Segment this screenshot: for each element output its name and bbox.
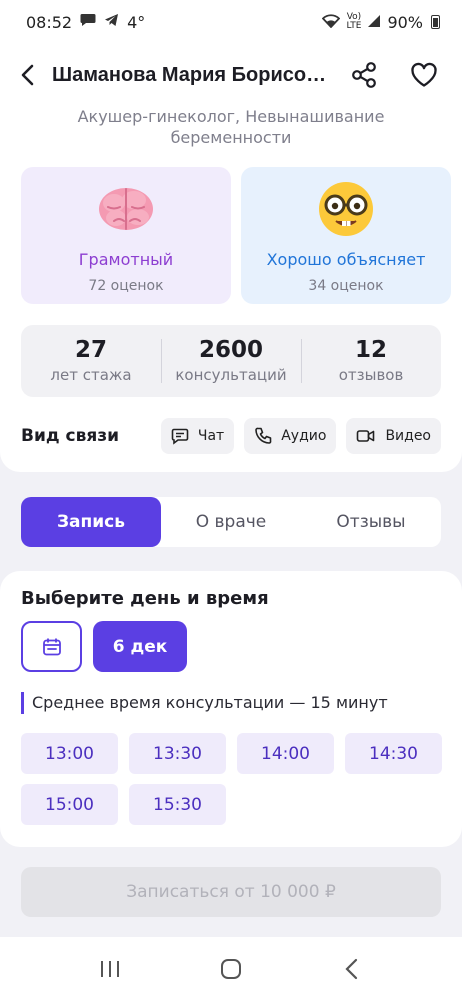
rating-card-explains-well: Хорошо объясняет 34 оценок (241, 167, 451, 304)
booking-title: Выберите день и время (21, 588, 269, 609)
status-time: 08:52 (26, 12, 73, 32)
stat-label: консультаций (175, 366, 287, 384)
time-slot[interactable]: 13:30 (129, 733, 226, 774)
stat-value: 12 (354, 337, 387, 363)
recent-apps-icon (101, 960, 120, 977)
status-bar: 08:52 4° Vo) LTE 90% (0, 0, 462, 44)
stat-experience: 27 лет стажа (21, 325, 161, 397)
time-slot[interactable]: 13:00 (21, 733, 118, 774)
stat-reviews: 12 отзывов (301, 325, 441, 397)
doctor-stats: 27 лет стажа 2600 консультаций 12 отзыво… (21, 325, 441, 397)
system-back-button[interactable] (330, 947, 374, 991)
lte-indicator: Vo) LTE (346, 12, 362, 31)
rating-count: 72 оценок (88, 278, 164, 294)
nerd-face-icon (319, 182, 373, 236)
tab-about-doctor[interactable]: О враче (161, 497, 301, 547)
doctor-summary-card: Акушер-гинеколог, Невынашивание беременн… (0, 106, 462, 472)
signal-icon (367, 13, 381, 32)
home-button[interactable] (209, 947, 253, 991)
rating-count: 34 оценок (308, 278, 384, 294)
share-button[interactable] (344, 55, 384, 95)
tab-reviews[interactable]: Отзывы (301, 497, 441, 547)
status-temperature: 4° (127, 12, 146, 32)
tab-booking[interactable]: Запись (21, 497, 161, 547)
share-icon (352, 62, 376, 88)
back-button[interactable] (14, 55, 42, 95)
time-slots: 13:00 13:30 14:00 14:30 15:00 15:30 (21, 733, 442, 825)
heart-icon (411, 62, 437, 87)
selected-date-button[interactable]: 6 дек (93, 621, 187, 672)
stat-value: 27 (74, 337, 107, 363)
contact-video-button[interactable]: Видео (346, 418, 441, 454)
contact-audio-button[interactable]: Аудио (244, 418, 337, 454)
stat-label: отзывов (338, 366, 404, 384)
brain-icon (99, 188, 153, 230)
recent-apps-button[interactable] (88, 947, 132, 991)
contact-type-row: Вид связи Чат Аудио Видео (21, 418, 441, 454)
profile-tabs: Запись О враче Отзывы (21, 497, 441, 547)
consultation-duration-note: Среднее время консультации — 15 минут (21, 692, 388, 714)
contact-video-label: Видео (385, 428, 431, 444)
status-left: 08:52 4° (26, 13, 145, 32)
stat-value: 2600 (198, 337, 263, 363)
contact-type-title: Вид связи (21, 426, 120, 446)
phone-icon (255, 427, 272, 444)
time-slot[interactable]: 15:00 (21, 784, 118, 825)
contact-chat-button[interactable]: Чат (160, 418, 235, 454)
calendar-icon (42, 638, 61, 655)
time-slot[interactable]: 14:00 (237, 733, 334, 774)
time-slot[interactable]: 14:30 (345, 733, 442, 774)
contact-options: Чат Аудио Видео (160, 418, 441, 454)
rating-label: Хорошо объясняет (266, 250, 426, 269)
time-slot[interactable]: 15:30 (129, 784, 226, 825)
chevron-left-icon (21, 64, 34, 86)
doctor-specialty: Акушер-гинеколог, Невынашивание беременн… (77, 107, 385, 147)
video-icon (357, 430, 375, 442)
contact-audio-label: Аудио (281, 428, 327, 444)
stat-label: лет стажа (50, 366, 132, 384)
cta-area: Записаться от 10 000 ₽ (0, 847, 462, 937)
stat-consultations: 2600 консультаций (161, 325, 301, 397)
chat-icon (171, 428, 189, 445)
chevron-left-icon (345, 958, 357, 979)
wifi-icon (322, 13, 341, 32)
system-nav-bar (0, 937, 462, 1000)
rating-label: Грамотный (78, 250, 174, 269)
home-icon (220, 958, 241, 979)
telegram-notification-icon (104, 13, 119, 31)
page-title: Шаманова Мария Борисов… (52, 63, 332, 86)
app-header: Шаманова Мария Борисов… (0, 44, 462, 106)
contact-chat-label: Чат (197, 428, 225, 444)
book-appointment-button[interactable]: Записаться от 10 000 ₽ (21, 867, 441, 917)
favorite-button[interactable] (404, 55, 444, 95)
calendar-button[interactable] (21, 621, 82, 672)
booking-card: Выберите день и время 6 дек Среднее врем… (0, 571, 462, 847)
rating-card-competent: Грамотный 72 оценок (21, 167, 231, 304)
battery-icon (431, 15, 440, 29)
status-right: Vo) LTE 90% (322, 13, 440, 32)
message-notification-icon (80, 13, 96, 31)
battery-percent: 90% (387, 12, 423, 32)
